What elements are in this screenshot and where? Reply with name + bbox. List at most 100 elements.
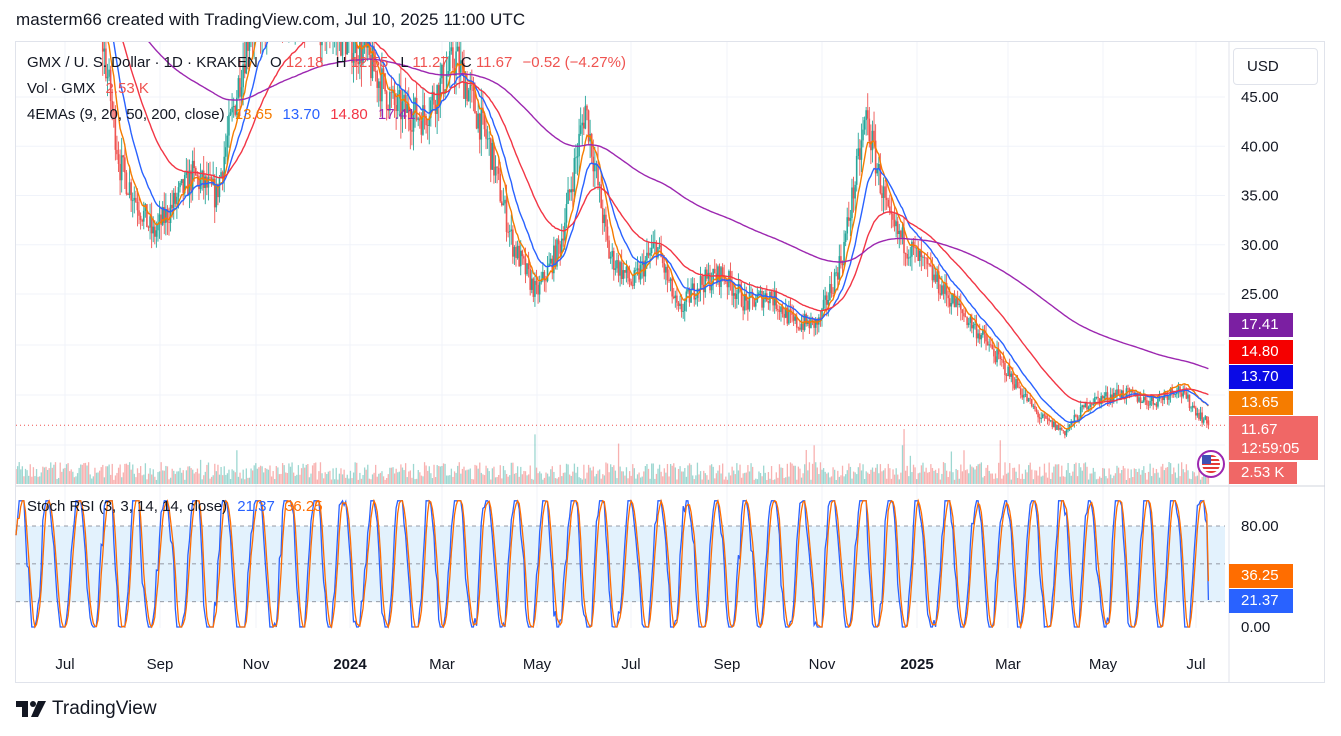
volume-bar	[496, 477, 498, 484]
candle-body	[464, 82, 467, 99]
candle-body	[611, 250, 614, 257]
volume-bar	[373, 472, 375, 484]
candle-body	[515, 247, 517, 259]
currency-button[interactable]: USD	[1233, 48, 1318, 85]
volume-bar	[26, 470, 28, 484]
candle-body	[570, 189, 573, 193]
volume-bar	[518, 476, 520, 484]
volume-bar	[1028, 465, 1030, 484]
volume-bar	[1069, 472, 1071, 484]
candle-body	[209, 177, 211, 179]
volume-bar	[401, 467, 404, 484]
volume-bar	[960, 464, 962, 484]
volume-bar	[53, 464, 55, 484]
volume-bar	[158, 471, 161, 484]
volume-bar	[583, 464, 585, 484]
candle-body	[149, 216, 151, 228]
volume-bar	[792, 465, 795, 484]
volume-bar	[707, 479, 710, 484]
volume-bar	[859, 463, 861, 484]
candle-body	[871, 130, 874, 151]
candle-body	[879, 163, 882, 194]
volume-bar	[961, 471, 964, 484]
volume-bar	[472, 479, 475, 484]
candle-body	[814, 319, 817, 328]
volume-bar	[722, 463, 724, 484]
candle-body	[319, 42, 322, 46]
volume-bar	[695, 475, 697, 484]
volume-bar	[595, 473, 598, 484]
candle-body	[914, 247, 916, 249]
volume-bar	[587, 464, 590, 484]
volume-bar	[737, 470, 740, 484]
candle-body	[418, 118, 421, 121]
candle-body	[674, 295, 677, 299]
candle-body	[900, 230, 902, 238]
volume-bar	[67, 463, 69, 484]
tradingview-brand[interactable]: TradingView	[16, 698, 157, 720]
legend-stoch-label[interactable]: Stoch RSI (3, 3, 14, 14, close)	[27, 498, 227, 515]
volume-bar	[1089, 473, 1091, 484]
volume-bar	[86, 465, 88, 484]
volume-bar	[1032, 479, 1035, 484]
volume-bar	[763, 465, 765, 484]
volume-bar	[363, 467, 366, 484]
volume-bar	[305, 464, 307, 484]
volume-bar	[181, 472, 183, 484]
volume-bar	[955, 468, 957, 484]
candle-body	[1206, 416, 1208, 424]
candle-body	[195, 168, 197, 176]
candle-body	[573, 158, 576, 192]
candle-body	[1180, 393, 1183, 397]
candle-body	[677, 302, 680, 306]
volume-bar	[174, 473, 177, 484]
volume-bar	[1144, 472, 1147, 484]
us-flag-icon[interactable]	[1197, 450, 1225, 478]
volume-bar	[340, 468, 342, 484]
volume-bar	[354, 462, 356, 484]
volume-bar	[635, 478, 637, 484]
volume-bar	[434, 477, 437, 484]
volume-bar	[545, 472, 547, 484]
candle-body	[857, 148, 860, 156]
candle-body	[1207, 420, 1210, 426]
volume-bar	[1173, 467, 1175, 484]
volume-bar	[1193, 472, 1195, 484]
candle-body	[636, 268, 639, 270]
candle-body	[215, 184, 218, 208]
volume-bar	[578, 477, 580, 484]
volume-bar	[203, 475, 205, 484]
volume-bar	[875, 467, 877, 484]
candle-body	[724, 281, 727, 282]
candle-body	[363, 42, 366, 46]
volume-bar	[1174, 472, 1176, 484]
volume-bar	[744, 472, 746, 484]
volume-bar	[105, 466, 107, 484]
volume-bar	[296, 474, 298, 484]
volume-bar	[187, 466, 189, 484]
legend-symbol[interactable]: GMX / U. S. Dollar · 1D · KRAKEN	[27, 54, 258, 71]
volume-bar	[234, 472, 236, 484]
volume-bar	[438, 465, 440, 484]
volume-bar	[20, 469, 22, 484]
volume-bar	[40, 472, 42, 484]
legend-volume-label[interactable]: Vol · GMX	[27, 80, 95, 97]
volume-bar	[867, 472, 869, 484]
volume-bar	[267, 469, 270, 484]
volume-bar	[70, 469, 72, 484]
volume-bar	[384, 479, 386, 484]
volume-bar	[1195, 476, 1197, 484]
volume-bar	[73, 477, 76, 484]
candle-body	[685, 291, 688, 302]
candle-body	[617, 260, 620, 276]
candle-body	[130, 182, 132, 201]
legend-ema-label[interactable]: 4EMAs (9, 20, 50, 200, close)	[27, 106, 225, 123]
volume-bar	[922, 462, 924, 484]
volume-bar	[988, 470, 990, 484]
candle-body	[346, 42, 349, 55]
candle-body	[1060, 428, 1063, 431]
volume-bar	[116, 472, 118, 484]
volume-bar	[16, 469, 17, 484]
volume-bar	[179, 467, 181, 484]
volume-bar	[507, 476, 509, 484]
